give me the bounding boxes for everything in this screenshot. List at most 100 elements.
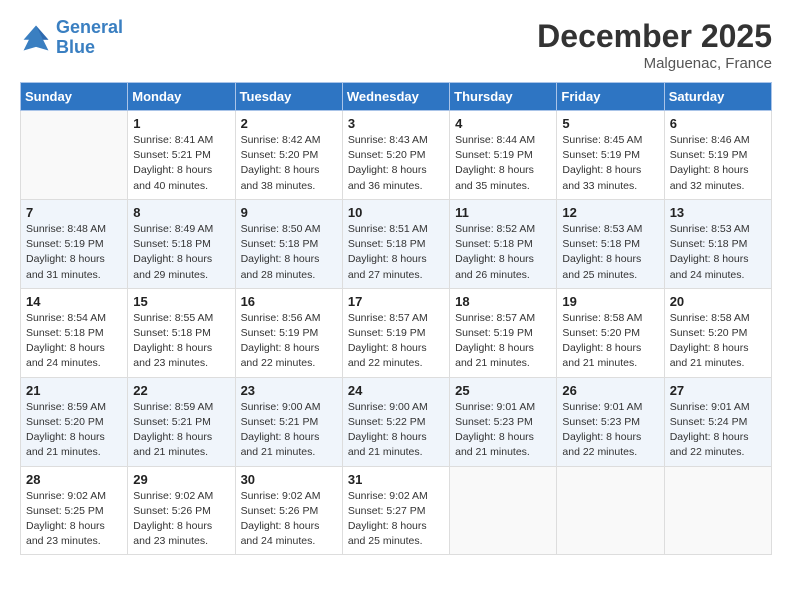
day-number: 8 [133, 205, 229, 220]
calendar-day: 21Sunrise: 8:59 AM Sunset: 5:20 PM Dayli… [21, 377, 128, 466]
calendar-day: 29 Sunrise: 9:02 AM Sunset: 5:26 PM Dayli… [128, 466, 235, 555]
calendar-day: 19 Sunrise: 8:58 AM Sunset: 5:20 PM Dayli… [557, 288, 664, 377]
col-thursday: Thursday [450, 83, 557, 111]
day-number: 25 [455, 383, 551, 398]
day-info: Sunrise: 9:02 AM Sunset: 5:25 PM Dayligh… [26, 489, 122, 550]
calendar-day: 15Sunrise: 8:55 AM Sunset: 5:18 PM Dayli… [128, 288, 235, 377]
calendar-day: 18 Sunrise: 8:57 AM Sunset: 5:19 PM Dayli… [450, 288, 557, 377]
day-number: 24 [348, 383, 444, 398]
calendar-day: 26Sunrise: 9:01 AM Sunset: 5:23 PM Dayli… [557, 377, 664, 466]
calendar-week-3: 14 Sunrise: 8:54 AM Sunset: 5:18 PM Dayli… [21, 288, 772, 377]
col-tuesday: Tuesday [235, 83, 342, 111]
day-number: 18 [455, 294, 551, 309]
day-info: Sunrise: 8:57 AM Sunset: 5:19 PM Dayligh… [348, 311, 444, 372]
header-row: Sunday Monday Tuesday Wednesday Thursday… [21, 83, 772, 111]
day-info: Sunrise: 8:50 AM Sunset: 5:18 PM Dayligh… [241, 222, 337, 283]
day-info: Sunrise: 8:54 AM Sunset: 5:18 PM Dayligh… [26, 311, 122, 372]
day-info: Sunrise: 8:55 AM Sunset: 5:18 PM Dayligh… [133, 311, 229, 372]
calendar-day: 11 Sunrise: 8:52 AM Sunset: 5:18 PM Dayli… [450, 199, 557, 288]
calendar-table: Sunday Monday Tuesday Wednesday Thursday… [20, 82, 772, 555]
day-number: 30 [241, 472, 337, 487]
day-number: 26 [562, 383, 658, 398]
day-info: Sunrise: 9:00 AM Sunset: 5:22 PM Dayligh… [348, 400, 444, 461]
day-info: Sunrise: 9:01 AM Sunset: 5:23 PM Dayligh… [455, 400, 551, 461]
day-number: 12 [562, 205, 658, 220]
calendar-day [21, 111, 128, 200]
day-info: Sunrise: 8:49 AM Sunset: 5:18 PM Dayligh… [133, 222, 229, 283]
calendar-day [450, 466, 557, 555]
day-info: Sunrise: 8:52 AM Sunset: 5:18 PM Dayligh… [455, 222, 551, 283]
day-number: 9 [241, 205, 337, 220]
day-info: Sunrise: 9:01 AM Sunset: 5:24 PM Dayligh… [670, 400, 766, 461]
calendar-week-5: 28 Sunrise: 9:02 AM Sunset: 5:25 PM Dayli… [21, 466, 772, 555]
calendar-day: 14 Sunrise: 8:54 AM Sunset: 5:18 PM Dayli… [21, 288, 128, 377]
col-monday: Monday [128, 83, 235, 111]
day-info: Sunrise: 8:59 AM Sunset: 5:20 PM Dayligh… [26, 400, 122, 461]
calendar-day: 12 Sunrise: 8:53 AM Sunset: 5:18 PM Dayli… [557, 199, 664, 288]
day-info: Sunrise: 8:57 AM Sunset: 5:19 PM Dayligh… [455, 311, 551, 372]
day-info: Sunrise: 8:41 AM Sunset: 5:21 PM Dayligh… [133, 133, 229, 194]
calendar-day: 5 Sunrise: 8:45 AM Sunset: 5:19 PM Daylig… [557, 111, 664, 200]
location: Malguenac, France [537, 55, 772, 72]
day-number: 22 [133, 383, 229, 398]
calendar-day: 24 Sunrise: 9:00 AM Sunset: 5:22 PM Dayli… [342, 377, 449, 466]
day-info: Sunrise: 8:43 AM Sunset: 5:20 PM Dayligh… [348, 133, 444, 194]
day-number: 6 [670, 116, 766, 131]
day-info: Sunrise: 8:45 AM Sunset: 5:19 PM Dayligh… [562, 133, 658, 194]
calendar-day: 3Sunrise: 8:43 AM Sunset: 5:20 PM Daylig… [342, 111, 449, 200]
day-info: Sunrise: 9:02 AM Sunset: 5:26 PM Dayligh… [133, 489, 229, 550]
day-number: 14 [26, 294, 122, 309]
day-number: 27 [670, 383, 766, 398]
day-number: 29 [133, 472, 229, 487]
day-number: 20 [670, 294, 766, 309]
page-container: General Blue December 2025 Malguenac, Fr… [0, 0, 792, 612]
calendar-day: 25 Sunrise: 9:01 AM Sunset: 5:23 PM Dayli… [450, 377, 557, 466]
day-info: Sunrise: 8:59 AM Sunset: 5:21 PM Dayligh… [133, 400, 229, 461]
day-number: 31 [348, 472, 444, 487]
day-number: 5 [562, 116, 658, 131]
calendar-day: 31 Sunrise: 9:02 AM Sunset: 5:27 PM Dayli… [342, 466, 449, 555]
calendar-day: 17Sunrise: 8:57 AM Sunset: 5:19 PM Dayli… [342, 288, 449, 377]
day-number: 11 [455, 205, 551, 220]
calendar-day: 27 Sunrise: 9:01 AM Sunset: 5:24 PM Dayli… [664, 377, 771, 466]
col-saturday: Saturday [664, 83, 771, 111]
day-number: 1 [133, 116, 229, 131]
calendar-day: 28 Sunrise: 9:02 AM Sunset: 5:25 PM Dayli… [21, 466, 128, 555]
day-number: 7 [26, 205, 122, 220]
day-info: Sunrise: 8:58 AM Sunset: 5:20 PM Dayligh… [562, 311, 658, 372]
day-info: Sunrise: 9:00 AM Sunset: 5:21 PM Dayligh… [241, 400, 337, 461]
calendar-day: 2 Sunrise: 8:42 AM Sunset: 5:20 PM Daylig… [235, 111, 342, 200]
title-block: December 2025 Malguenac, France [537, 18, 772, 72]
header: General Blue December 2025 Malguenac, Fr… [20, 18, 772, 72]
calendar-day [664, 466, 771, 555]
day-number: 19 [562, 294, 658, 309]
calendar-week-4: 21Sunrise: 8:59 AM Sunset: 5:20 PM Dayli… [21, 377, 772, 466]
calendar-day: 10Sunrise: 8:51 AM Sunset: 5:18 PM Dayli… [342, 199, 449, 288]
month-title: December 2025 [537, 18, 772, 55]
calendar-day: 9 Sunrise: 8:50 AM Sunset: 5:18 PM Daylig… [235, 199, 342, 288]
day-number: 23 [241, 383, 337, 398]
day-info: Sunrise: 9:02 AM Sunset: 5:26 PM Dayligh… [241, 489, 337, 550]
col-friday: Friday [557, 83, 664, 111]
day-info: Sunrise: 8:56 AM Sunset: 5:19 PM Dayligh… [241, 311, 337, 372]
calendar-day [557, 466, 664, 555]
calendar-day: 30 Sunrise: 9:02 AM Sunset: 5:26 PM Dayli… [235, 466, 342, 555]
day-info: Sunrise: 8:48 AM Sunset: 5:19 PM Dayligh… [26, 222, 122, 283]
col-wednesday: Wednesday [342, 83, 449, 111]
calendar-day: 8 Sunrise: 8:49 AM Sunset: 5:18 PM Daylig… [128, 199, 235, 288]
day-info: Sunrise: 8:53 AM Sunset: 5:18 PM Dayligh… [562, 222, 658, 283]
day-info: Sunrise: 8:53 AM Sunset: 5:18 PM Dayligh… [670, 222, 766, 283]
day-number: 16 [241, 294, 337, 309]
calendar-day: 7 Sunrise: 8:48 AM Sunset: 5:19 PM Daylig… [21, 199, 128, 288]
col-sunday: Sunday [21, 83, 128, 111]
calendar-week-1: 1 Sunrise: 8:41 AM Sunset: 5:21 PM Daylig… [21, 111, 772, 200]
logo-line2: Blue [56, 37, 95, 57]
calendar-day: 13Sunrise: 8:53 AM Sunset: 5:18 PM Dayli… [664, 199, 771, 288]
day-info: Sunrise: 9:02 AM Sunset: 5:27 PM Dayligh… [348, 489, 444, 550]
day-info: Sunrise: 8:51 AM Sunset: 5:18 PM Dayligh… [348, 222, 444, 283]
day-number: 2 [241, 116, 337, 131]
day-info: Sunrise: 8:42 AM Sunset: 5:20 PM Dayligh… [241, 133, 337, 194]
logo-line1: General [56, 17, 123, 37]
day-info: Sunrise: 8:44 AM Sunset: 5:19 PM Dayligh… [455, 133, 551, 194]
day-number: 28 [26, 472, 122, 487]
